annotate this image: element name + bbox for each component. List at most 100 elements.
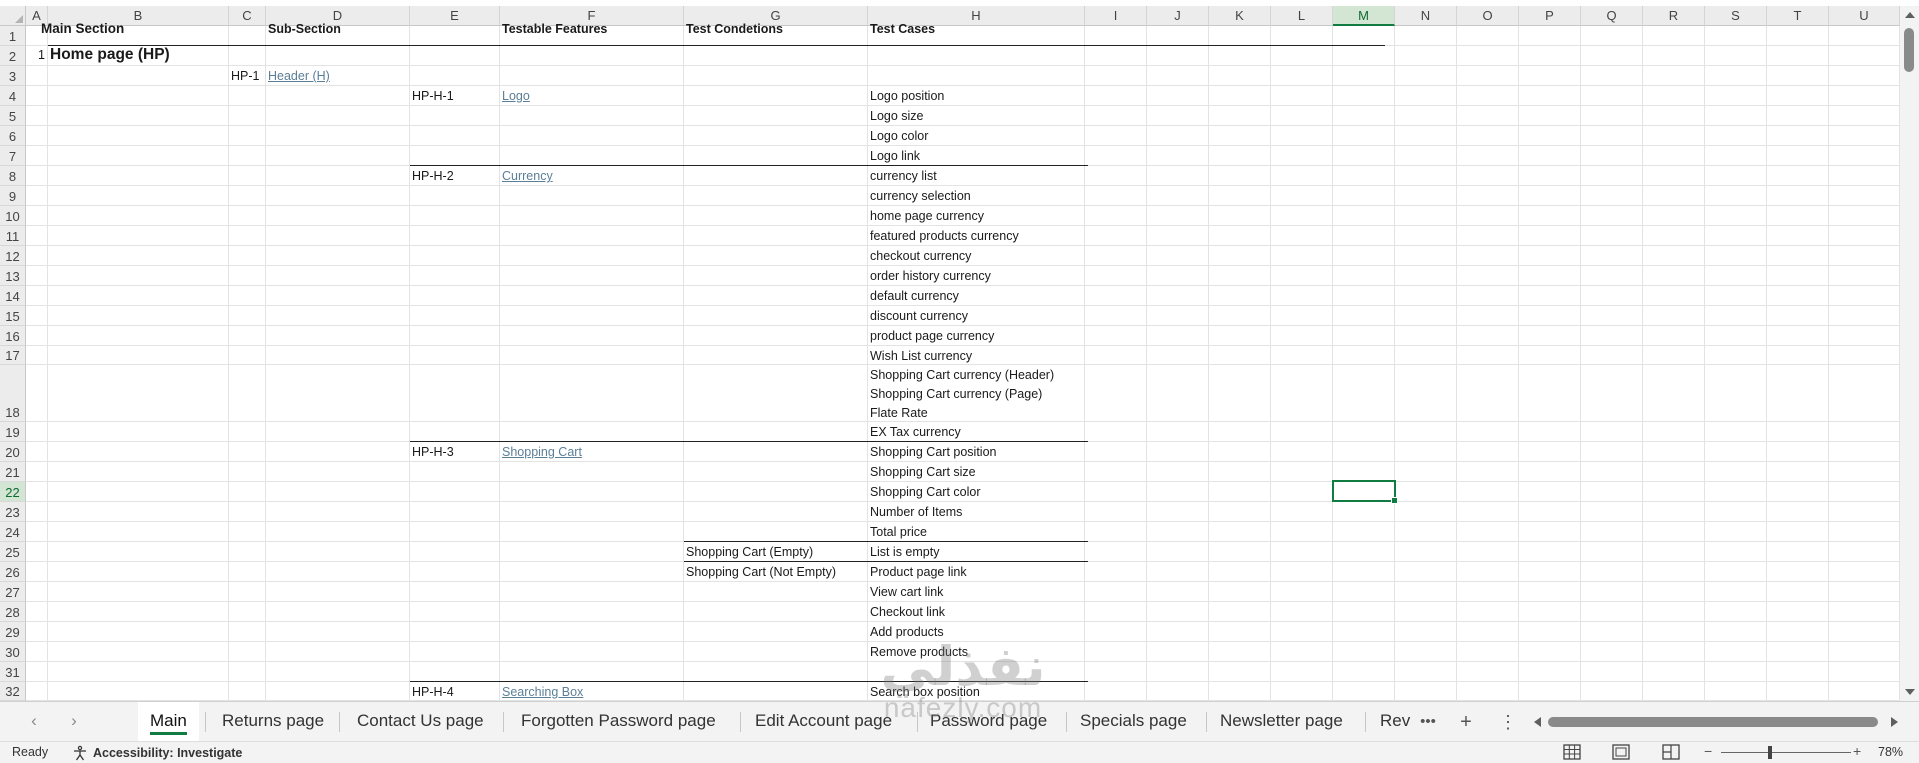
test-case[interactable]: order history currency: [870, 266, 991, 286]
row-header-1[interactable]: 1: [0, 26, 26, 46]
scroll-right-icon[interactable]: [1891, 717, 1898, 727]
row-header-21[interactable]: 21: [0, 462, 26, 482]
feature-id-logo[interactable]: HP-H-1: [412, 86, 454, 106]
row-header-6[interactable]: 6: [0, 126, 26, 146]
test-case[interactable]: Shopping Cart size: [870, 462, 976, 482]
zoom-level[interactable]: 78%: [1878, 745, 1903, 759]
zoom-out-icon[interactable]: −: [1704, 743, 1712, 759]
row-header-31[interactable]: 31: [0, 662, 26, 682]
condition-cart-empty[interactable]: Shopping Cart (Empty): [686, 542, 813, 562]
column-header-p[interactable]: P: [1519, 6, 1581, 26]
row-header-32[interactable]: 32: [0, 682, 26, 701]
vertical-scrollbar[interactable]: [1900, 6, 1919, 701]
horizontal-scroll-thumb[interactable]: [1548, 717, 1878, 727]
row-header-30[interactable]: 30: [0, 642, 26, 662]
section-title[interactable]: Home page (HP): [50, 45, 170, 64]
active-cell-selection[interactable]: [1332, 480, 1398, 504]
feature-id-searching-box[interactable]: HP-H-4: [412, 682, 454, 701]
test-case[interactable]: default currency: [870, 286, 959, 306]
test-case[interactable]: featured products currency: [870, 226, 1019, 246]
test-case[interactable]: Logo size: [870, 106, 924, 126]
test-case[interactable]: List is empty: [870, 542, 939, 562]
row-header-5[interactable]: 5: [0, 106, 26, 126]
column-header-i[interactable]: I: [1085, 6, 1147, 26]
row-header-20[interactable]: 20: [0, 442, 26, 462]
test-case[interactable]: Search box position: [870, 682, 980, 701]
row-header-15[interactable]: 15: [0, 306, 26, 326]
header-testable-features[interactable]: Testable Features: [502, 19, 607, 39]
page-break-preview-icon[interactable]: [1662, 744, 1680, 760]
tab-main[interactable]: Main: [138, 702, 199, 742]
more-sheets-ellipsis-icon[interactable]: •••: [1416, 710, 1440, 734]
row-header-23[interactable]: 23: [0, 502, 26, 522]
row-header-17[interactable]: 17: [0, 346, 26, 365]
row-header-18[interactable]: 18: [0, 365, 26, 422]
vertical-scroll-thumb[interactable]: [1904, 28, 1914, 72]
header-main-section[interactable]: Main Section: [41, 19, 124, 39]
scroll-up-icon[interactable]: [1905, 12, 1915, 18]
tab-specials-page[interactable]: Specials page: [1068, 702, 1199, 742]
test-case[interactable]: Number of Items: [870, 502, 962, 522]
normal-view-icon[interactable]: [1563, 744, 1581, 760]
test-case[interactable]: Checkout link: [870, 602, 945, 622]
row-header-8[interactable]: 8: [0, 166, 26, 186]
test-case[interactable]: checkout currency: [870, 246, 971, 266]
column-header-q[interactable]: Q: [1581, 6, 1643, 26]
zoom-slider-thumb[interactable]: [1768, 746, 1772, 759]
row-header-9[interactable]: 9: [0, 186, 26, 206]
row-header-3[interactable]: 3: [0, 66, 26, 86]
tab-contact-us-page[interactable]: Contact Us page: [345, 702, 496, 742]
feature-link-logo[interactable]: Logo: [502, 86, 530, 106]
feature-link-currency[interactable]: Currency: [502, 166, 553, 186]
row-header-29[interactable]: 29: [0, 622, 26, 642]
test-case[interactable]: Flate Rate: [870, 403, 928, 423]
section-number[interactable]: 1: [27, 46, 45, 65]
row-header-10[interactable]: 10: [0, 206, 26, 226]
tab-edit-account-page[interactable]: Edit Account page: [743, 702, 904, 742]
row-header-28[interactable]: 28: [0, 602, 26, 622]
column-header-e[interactable]: E: [410, 6, 500, 26]
scroll-down-icon[interactable]: [1905, 689, 1915, 695]
row-header-2[interactable]: 2: [0, 46, 26, 66]
scroll-left-icon[interactable]: [1534, 717, 1541, 727]
row-header-24[interactable]: 24: [0, 522, 26, 542]
test-case[interactable]: discount currency: [870, 306, 968, 326]
accessibility-status[interactable]: Accessibility: Investigate: [72, 745, 242, 761]
test-case[interactable]: View cart link: [870, 582, 943, 602]
column-header-l[interactable]: L: [1271, 6, 1333, 26]
tab-newsletter-page[interactable]: Newsletter page: [1208, 702, 1355, 742]
test-case[interactable]: Add products: [870, 622, 944, 642]
column-header-u[interactable]: U: [1829, 6, 1900, 26]
tab-forgotten-password-page[interactable]: Forgotten Password page: [509, 702, 728, 742]
test-case[interactable]: Wish List currency: [870, 346, 972, 366]
prev-sheet-chevron-icon[interactable]: ‹: [24, 711, 44, 731]
row-header-22[interactable]: 22: [0, 482, 26, 502]
subsection-link-header[interactable]: Header (H): [268, 66, 330, 86]
column-header-o[interactable]: O: [1457, 6, 1519, 26]
sheet-options-kebab-icon[interactable]: ⋮: [1496, 710, 1520, 734]
row-header-11[interactable]: 11: [0, 226, 26, 246]
test-case[interactable]: Logo link: [870, 146, 920, 166]
row-header-26[interactable]: 26: [0, 562, 26, 582]
zoom-in-icon[interactable]: +: [1853, 743, 1861, 759]
horizontal-scrollbar[interactable]: [1534, 715, 1898, 729]
select-all-corner[interactable]: [0, 6, 26, 26]
column-header-t[interactable]: T: [1767, 6, 1829, 26]
column-header-c[interactable]: C: [229, 6, 266, 26]
column-header-m[interactable]: M: [1333, 6, 1395, 26]
test-case[interactable]: product page currency: [870, 326, 994, 346]
column-header-k[interactable]: K: [1209, 6, 1271, 26]
row-header-19[interactable]: 19: [0, 422, 26, 442]
header-test-cases[interactable]: Test Cases: [870, 19, 935, 39]
header-sub-section[interactable]: Sub-Section: [268, 19, 341, 39]
condition-cart-not-empty[interactable]: Shopping Cart (Not Empty): [686, 562, 836, 582]
column-header-n[interactable]: N: [1395, 6, 1457, 26]
row-header-12[interactable]: 12: [0, 246, 26, 266]
row-header-27[interactable]: 27: [0, 582, 26, 602]
row-header-13[interactable]: 13: [0, 266, 26, 286]
add-sheet-plus-icon[interactable]: +: [1454, 710, 1478, 734]
test-case[interactable]: Logo color: [870, 126, 928, 146]
test-case[interactable]: Shopping Cart currency (Header): [870, 365, 1054, 385]
feature-link-searching-box[interactable]: Searching Box: [502, 682, 583, 701]
next-sheet-chevron-icon[interactable]: ›: [64, 711, 84, 731]
